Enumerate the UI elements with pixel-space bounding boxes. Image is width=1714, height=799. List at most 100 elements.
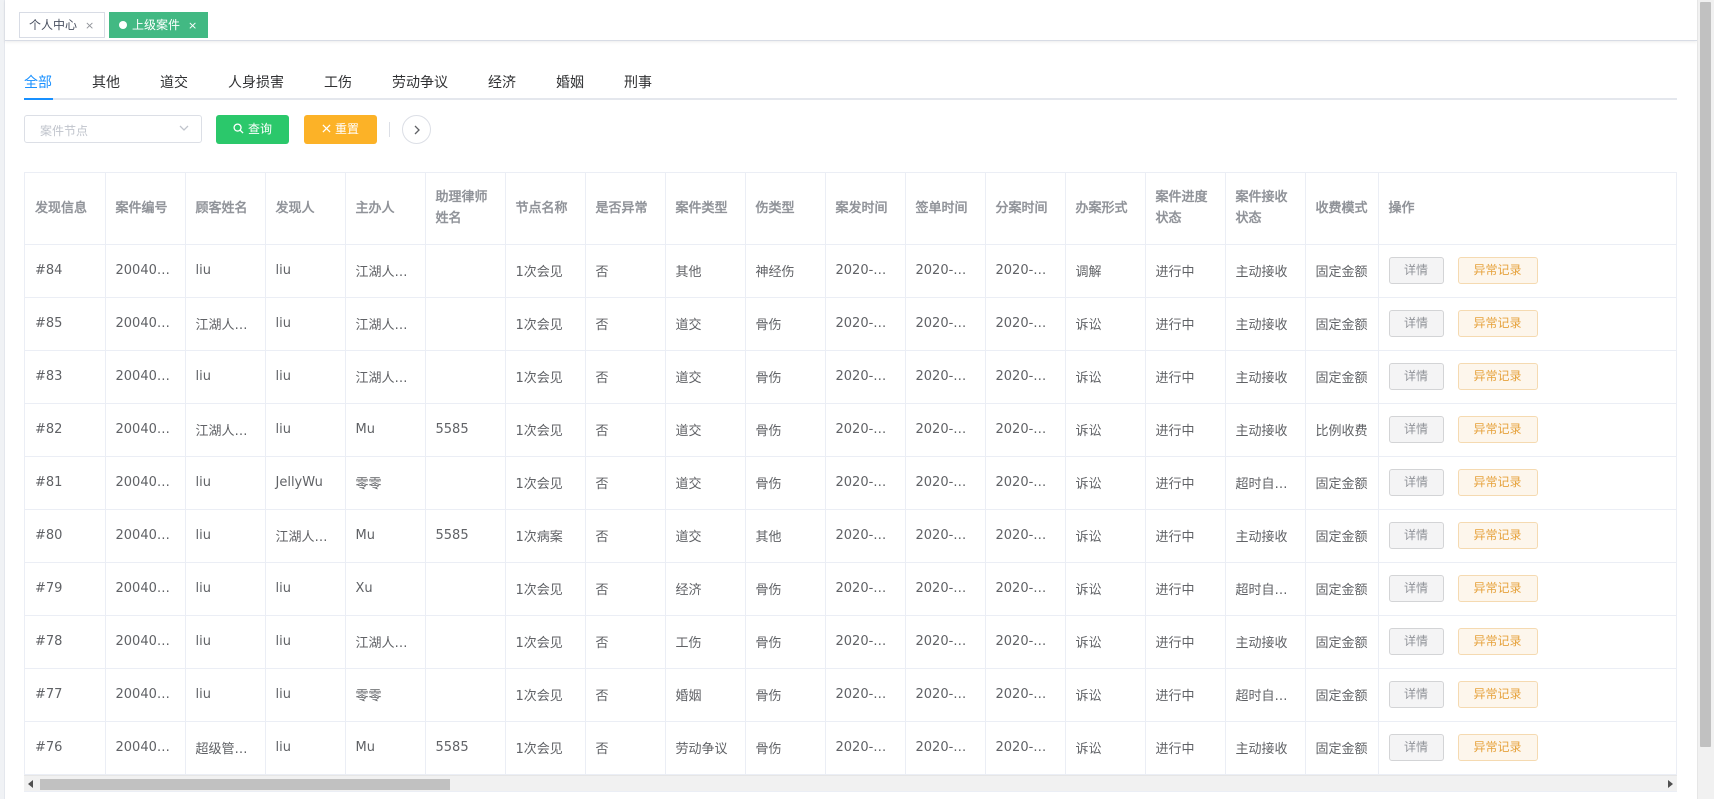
scroll-left-icon[interactable]: [28, 780, 33, 788]
table-cell: 江湖人…: [185, 403, 266, 457]
table-cell: 劳动争议: [665, 721, 746, 775]
detail-button[interactable]: 详情: [1388, 469, 1444, 496]
table-row[interactable]: #81 20040… liu JellyWu 零零 1次会见否道交 骨伤 2020-0… 202…: [25, 456, 1676, 510]
table-cell: #76: [25, 721, 106, 775]
table-cell: 诉讼: [1065, 562, 1146, 616]
reset-button[interactable]: 重置: [304, 115, 377, 144]
tab-criminal[interactable]: 刑事: [624, 72, 652, 92]
scrollbar-thumb[interactable]: [40, 779, 450, 790]
vertical-scrollbar[interactable]: [1697, 0, 1714, 799]
table-cell: 进行中: [1145, 403, 1226, 457]
table-cell: [425, 615, 506, 669]
detail-button[interactable]: 详情: [1388, 522, 1444, 549]
table-cell: 主动接收: [1225, 615, 1306, 669]
anomaly-record-button[interactable]: 异常记录: [1457, 469, 1538, 496]
tab-all[interactable]: 全部: [24, 72, 52, 92]
table-cell: 否: [585, 668, 666, 722]
anomaly-record-button[interactable]: 异常记录: [1457, 257, 1538, 284]
search-button-label: 查询: [247, 122, 272, 136]
table-cell: [425, 456, 506, 510]
detail-button[interactable]: 详情: [1388, 628, 1444, 655]
table-cell: 2020-0…: [905, 509, 986, 563]
table-cell: 骨伤: [745, 721, 826, 775]
row-actions: 详情 异常记录: [1378, 615, 1676, 669]
table-cell: 调解: [1065, 244, 1146, 298]
column-header: 伤类型: [745, 173, 826, 245]
tab-work-injury[interactable]: 工伤: [324, 72, 352, 92]
table-row[interactable]: #79 20040… liu liu Xu 1次会见否经济 骨伤 2020-0… 2020-0……: [25, 562, 1676, 616]
table-cell: Mu: [345, 403, 426, 457]
table-cell: liu: [185, 562, 266, 616]
close-icon[interactable]: ×: [188, 19, 197, 32]
table-cell: #79: [25, 562, 106, 616]
anomaly-record-button[interactable]: 异常记录: [1457, 734, 1538, 761]
expand-filters-button[interactable]: [402, 115, 431, 144]
detail-button[interactable]: 详情: [1388, 681, 1444, 708]
tab-marriage[interactable]: 婚姻: [556, 72, 584, 92]
table-cell: 否: [585, 721, 666, 775]
table-cell: 诉讼: [1065, 403, 1146, 457]
anomaly-record-button[interactable]: 异常记录: [1457, 416, 1538, 443]
table-row[interactable]: #82 20040… 江湖人… liu Mu 5585 1次会见否道交 骨伤 2020-0… 20…: [25, 403, 1676, 457]
table-cell: liu: [185, 456, 266, 510]
detail-button[interactable]: 详情: [1388, 734, 1444, 761]
search-button[interactable]: 查询: [216, 115, 289, 144]
table-cell: 骨伤: [745, 615, 826, 669]
table-cell: 诉讼: [1065, 456, 1146, 510]
tab-labor-dispute[interactable]: 劳动争议: [392, 72, 448, 92]
table-cell: 工伤: [665, 615, 746, 669]
anomaly-record-button[interactable]: 异常记录: [1457, 575, 1538, 602]
table-row[interactable]: #80 20040… liu 江湖人… Mu 5585 1次病案否道交 其他 2020-0… 20…: [25, 509, 1676, 563]
table-cell: 诉讼: [1065, 668, 1146, 722]
table-cell: 道交: [665, 509, 746, 563]
tab-other[interactable]: 其他: [92, 72, 120, 92]
table-cell: 2020-0…: [905, 562, 986, 616]
table-row[interactable]: #78 20040… liu liu 江湖人… 1次会见否工伤 骨伤 2020-0… 2020-…: [25, 615, 1676, 669]
anomaly-record-button[interactable]: 异常记录: [1457, 628, 1538, 655]
case-node-select[interactable]: 案件节点: [24, 115, 202, 143]
active-tab-indicator: [24, 98, 53, 100]
table-cell: 神经伤: [745, 244, 826, 298]
anomaly-record-button[interactable]: 异常记录: [1457, 363, 1538, 390]
table-cell: 道交: [665, 297, 746, 351]
anomaly-record-button[interactable]: 异常记录: [1457, 681, 1538, 708]
detail-button[interactable]: 详情: [1388, 575, 1444, 602]
table-cell: 进行中: [1145, 297, 1226, 351]
table-row[interactable]: #83 20040… liu liu 江湖人… 1次会见否道交 骨伤 2020-0… 2020-…: [25, 350, 1676, 404]
table-row[interactable]: #76 20040… 超级管… liu Mu 5585 1次会见否劳动争议 骨伤 2020-0……: [25, 721, 1676, 775]
table-cell: liu: [265, 244, 346, 298]
table-cell: 婚姻: [665, 668, 746, 722]
tab-economic[interactable]: 经济: [488, 72, 516, 92]
detail-button[interactable]: 详情: [1388, 257, 1444, 284]
column-header: 分案时间: [985, 173, 1066, 245]
table-cell: 固定金额: [1305, 668, 1379, 722]
table-row[interactable]: #85 20040… 江湖人… liu 江湖人… 1次会见否道交 骨伤 2020-0… 2020…: [25, 297, 1676, 351]
table-cell: 比例收费: [1305, 403, 1379, 457]
table-cell: #81: [25, 456, 106, 510]
tab-traffic[interactable]: 道交: [160, 72, 188, 92]
table-cell: 骨伤: [745, 668, 826, 722]
anomaly-record-button[interactable]: 异常记录: [1457, 310, 1538, 337]
column-header: 签单时间: [905, 173, 986, 245]
column-header: 办案形式: [1065, 173, 1146, 245]
anomaly-record-button[interactable]: 异常记录: [1457, 522, 1538, 549]
scroll-right-icon[interactable]: [1668, 780, 1673, 788]
table-row[interactable]: #77 20040… liu liu 零零 1次会见否婚姻 骨伤 2020-0… 2020-0……: [25, 668, 1676, 722]
table-row[interactable]: #84 20040… liu liu 江湖人… 1次会见否其他 神经伤 2020-0… 2020…: [25, 244, 1676, 298]
close-icon[interactable]: ×: [85, 19, 94, 32]
tag-personal-center[interactable]: 个人中心 ×: [19, 12, 106, 38]
tag-superior-cases[interactable]: 上级案件 ×: [109, 12, 209, 38]
detail-button[interactable]: 详情: [1388, 416, 1444, 443]
toolbar-divider: [389, 122, 390, 137]
tab-personal-injury[interactable]: 人身损害: [228, 72, 284, 92]
detail-button[interactable]: 详情: [1388, 310, 1444, 337]
table-cell: 骨伤: [745, 297, 826, 351]
table-cell: 2020-0…: [985, 403, 1066, 457]
detail-button[interactable]: 详情: [1388, 363, 1444, 390]
scrollbar-thumb[interactable]: [1700, 2, 1711, 747]
table-cell: 超时自…: [1225, 562, 1306, 616]
table-cell: 超时自…: [1225, 668, 1306, 722]
horizontal-scrollbar[interactable]: [24, 775, 1677, 791]
table-cell: 道交: [665, 403, 746, 457]
table-cell: 2020-0…: [905, 721, 986, 775]
